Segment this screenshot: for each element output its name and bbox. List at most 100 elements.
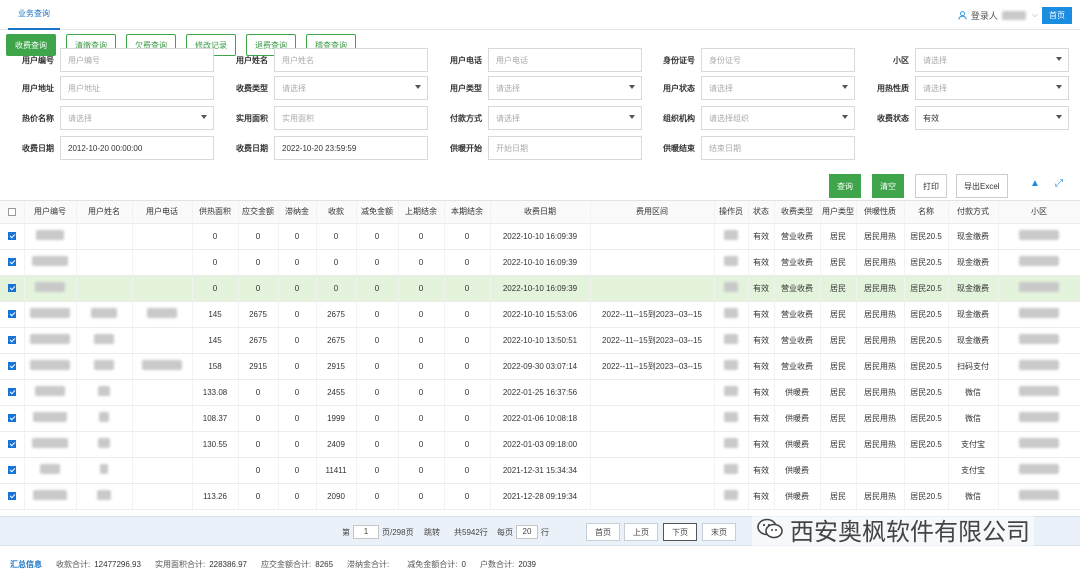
- text-field[interactable]: 开始日期: [488, 136, 642, 160]
- column-header[interactable]: 收款: [316, 201, 357, 224]
- field-label: 收费状态: [877, 113, 909, 123]
- column-header[interactable]: 付款方式: [948, 201, 999, 224]
- column-header[interactable]: 滞纳金: [278, 201, 317, 224]
- column-header[interactable]: 供热面积: [192, 201, 239, 224]
- column-header[interactable]: 用户类型: [820, 201, 857, 224]
- table-row[interactable]: 0 0 11411 0 0 0 2021-12-31 15:34:34 有效 供暖费 支付宝: [0, 457, 1080, 484]
- table-row[interactable]: 0 0 0 0 0 0 0 2022-10-10 16:09:39 有效 营业收费 居民 居民用热 居民…: [0, 249, 1080, 276]
- select-field[interactable]: 请选择: [60, 106, 214, 130]
- text-field[interactable]: 用户姓名: [274, 48, 428, 72]
- table-row[interactable]: 133.08 0 0 2455 0 0 0 2022-01-25 16:37:56 有效 供暖费居…: [0, 379, 1080, 406]
- redacted-text: [33, 412, 67, 422]
- column-header[interactable]: 上期结余: [398, 201, 445, 224]
- summary-item: 减免金额合计: 0: [407, 559, 466, 570]
- row-checkbox[interactable]: [7, 284, 16, 293]
- prev-page-button[interactable]: 上页: [624, 523, 658, 541]
- cell-late: 0: [278, 353, 317, 380]
- text-field[interactable]: 用户电话: [488, 48, 642, 72]
- column-header[interactable]: 收费日期: [490, 201, 591, 224]
- column-header[interactable]: 名称: [904, 201, 949, 224]
- table-row[interactable]: 158 2915 0 2915 0 0 0 2022-09-30 03:07:14 2022--…: [0, 353, 1080, 380]
- row-checkbox[interactable]: [7, 310, 16, 319]
- column-header[interactable]: 用户编号: [24, 201, 77, 224]
- jump-link[interactable]: 跳转: [424, 517, 440, 547]
- collapse-up-icon[interactable]: ▲: [1028, 178, 1042, 192]
- print-button[interactable]: 打印: [915, 174, 947, 198]
- row-checkbox[interactable]: [7, 414, 16, 423]
- text-field[interactable]: 实用面积: [274, 106, 428, 130]
- page-size-prefix: 每页: [497, 527, 513, 537]
- cell-prev: 0: [398, 327, 445, 354]
- cell-due: 0: [238, 431, 279, 458]
- select-field[interactable]: 请选择: [274, 76, 428, 100]
- field-label: 热价名称: [22, 113, 54, 123]
- text-field[interactable]: 结束日期: [701, 136, 855, 160]
- row-checkbox[interactable]: [7, 362, 16, 371]
- cell-status: 有效: [748, 457, 775, 484]
- cell-pay: 支付宝: [948, 431, 999, 458]
- column-header[interactable]: 费用区间: [590, 201, 715, 224]
- redacted-cell: [998, 379, 1080, 406]
- column-header[interactable]: 状态: [748, 201, 775, 224]
- text-field[interactable]: 2022-10-20 23:59:59: [274, 136, 428, 160]
- home-button[interactable]: 首页: [1042, 6, 1072, 24]
- summary-title: 汇总信息: [10, 559, 42, 569]
- select-field[interactable]: 有效: [915, 106, 1069, 130]
- column-header[interactable]: 应交金额: [238, 201, 279, 224]
- select-field[interactable]: 请选择: [701, 76, 855, 100]
- row-checkbox[interactable]: [7, 466, 16, 475]
- table-row[interactable]: 130.55 0 0 2409 0 0 0 2022-01-03 09:18:00 有效 供暖费居…: [0, 431, 1080, 458]
- column-header[interactable]: 用户姓名: [76, 201, 133, 224]
- search-form: 用户编号 用户编号 用户姓名 用户姓名 用户电话 用户电话 身份证号 身份证号 小区 请选择 用户地…: [0, 48, 1080, 168]
- text-field[interactable]: 用户地址: [60, 76, 214, 100]
- cell-type: 营业收费: [774, 301, 821, 328]
- fullscreen-icon[interactable]: ⤢: [1052, 178, 1066, 192]
- table-row[interactable]: 0 0 0 0 0 0 0 2022-10-10 16:09:39 有效 营业收费 居民 居民用热 居民…: [0, 223, 1080, 250]
- select-field[interactable]: 请选择: [488, 106, 642, 130]
- select-field[interactable]: 请选择: [915, 48, 1069, 72]
- column-header[interactable]: 减免金额: [356, 201, 399, 224]
- text-field[interactable]: 身份证号: [701, 48, 855, 72]
- select-all-checkbox[interactable]: [7, 208, 16, 217]
- select-field[interactable]: 请选择: [915, 76, 1069, 100]
- text-field[interactable]: 2012-10-20 00:00:00: [60, 136, 214, 160]
- column-header[interactable]: 本期结余: [444, 201, 491, 224]
- column-header[interactable]: 小区: [998, 201, 1080, 224]
- row-checkbox[interactable]: [7, 388, 16, 397]
- cell-range: [590, 379, 715, 406]
- form-field: 用户编号 用户编号: [0, 48, 214, 72]
- column-header[interactable]: 操作员: [714, 201, 749, 224]
- redacted-cell: [132, 431, 193, 458]
- select-field[interactable]: 请选择组织: [701, 106, 855, 130]
- table-row[interactable]: 145 2675 0 2675 0 0 0 2022-10-10 13:50:51 2022--…: [0, 327, 1080, 354]
- text-field[interactable]: 用户编号: [60, 48, 214, 72]
- row-checkbox[interactable]: [7, 232, 16, 241]
- redacted-cell: [24, 223, 77, 250]
- next-page-button[interactable]: 下页: [663, 523, 697, 541]
- row-checkbox[interactable]: [7, 336, 16, 345]
- row-checkbox[interactable]: [7, 440, 16, 449]
- page-size-input[interactable]: 20: [516, 525, 538, 539]
- export-excel-button[interactable]: 导出Excel: [956, 174, 1008, 198]
- query-button[interactable]: 查询: [829, 174, 861, 198]
- column-header[interactable]: 供暖性质: [856, 201, 905, 224]
- row-checkbox[interactable]: [7, 258, 16, 267]
- first-page-button[interactable]: 首页: [586, 523, 620, 541]
- row-checkbox[interactable]: [7, 492, 16, 501]
- clear-button[interactable]: 清空: [872, 174, 904, 198]
- table-row[interactable]: 145 2675 0 2675 0 0 0 2022-10-10 15:53:06 2022--…: [0, 301, 1080, 328]
- tab-business-query[interactable]: 业务查询: [8, 0, 60, 30]
- column-header[interactable]: 用户电话: [132, 201, 193, 224]
- form-field: 收费日期 2012-10-20 00:00:00: [0, 136, 214, 160]
- form-row: 热价名称 请选择 实用面积 实用面积 付款方式 请选择 组织机构 请选择组织 收费状态 有效: [0, 106, 1080, 130]
- chevron-down-icon[interactable]: ⌵: [1032, 10, 1038, 20]
- page-number-input[interactable]: 1: [353, 525, 379, 539]
- select-field[interactable]: 请选择: [488, 76, 642, 100]
- column-header[interactable]: 收费类型: [774, 201, 821, 224]
- table-row[interactable]: 0 0 0 0 0 0 0 2022-10-10 16:09:39 有效 营业收费 居民 居民用热 居民…: [0, 275, 1080, 302]
- table-row[interactable]: 113.26 0 0 2090 0 0 0 2021-12-28 09:19:34 有效 供暖费居…: [0, 483, 1080, 510]
- table-row[interactable]: 108.37 0 0 1999 0 0 0 2022-01-06 10:08:18 有效 供暖费居…: [0, 405, 1080, 432]
- cell-cur: 0: [444, 249, 491, 276]
- field-label: 小区: [893, 55, 909, 65]
- last-page-button[interactable]: 末页: [702, 523, 736, 541]
